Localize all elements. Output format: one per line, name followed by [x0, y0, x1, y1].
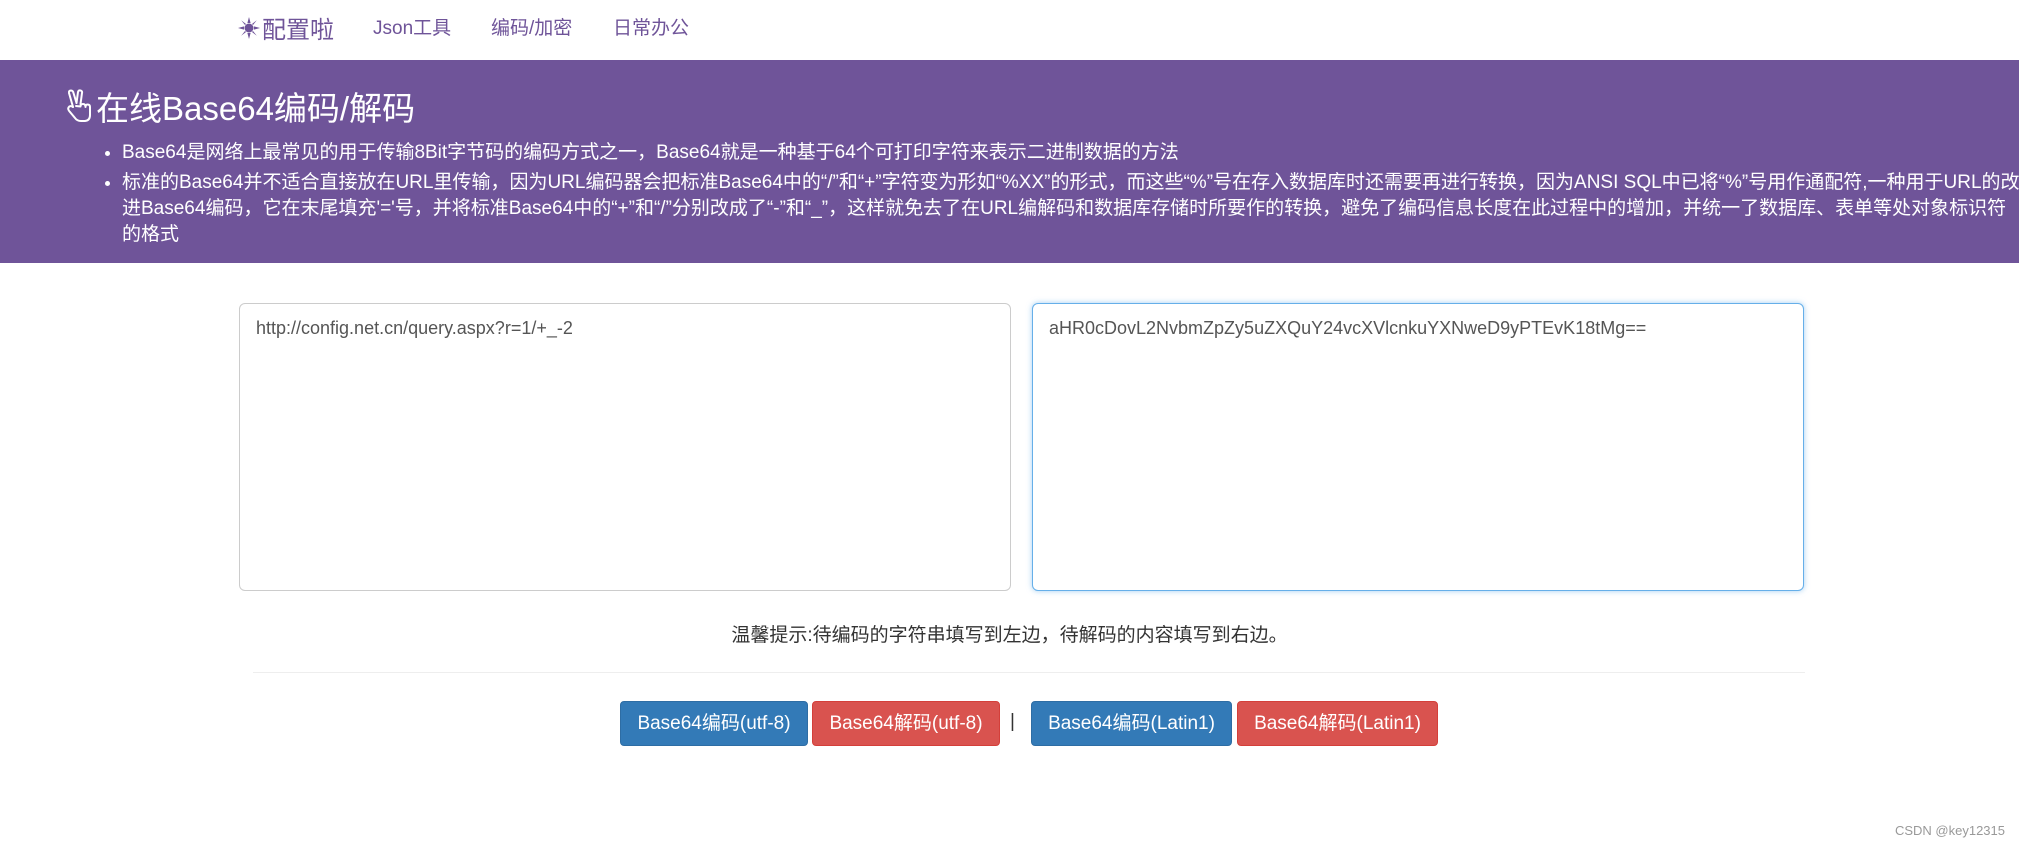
divider — [253, 672, 1805, 673]
nav-link-daily-office[interactable]: 日常办公 — [613, 13, 689, 40]
base64-text-input[interactable] — [1032, 303, 1804, 591]
sunburst-logo-icon — [238, 16, 260, 39]
usage-hint: 温馨提示:待编码的字符串填写到左边，待解码的内容填写到右边。 — [731, 625, 1288, 646]
plain-text-input[interactable] — [239, 303, 1011, 591]
top-navbar: 配置啦 Json工具 编码/加密 日常办公 — [0, 0, 2019, 60]
decode-latin1-button[interactable]: Base64解码(Latin1) — [1237, 701, 1438, 746]
page-title-text: 在线Base64编码/解码 — [96, 90, 416, 127]
brand-link[interactable]: 配置啦 — [238, 10, 334, 45]
encode-latin1-button[interactable]: Base64编码(Latin1) — [1031, 701, 1232, 746]
brand-name: 配置啦 — [262, 17, 334, 44]
nav-link-encode-encrypt[interactable]: 编码/加密 — [491, 13, 572, 40]
page-header: 在线Base64编码/解码 Base64是网络上最常见的用于传输8Bit字节码的… — [0, 60, 2019, 263]
nav-link-json-tools[interactable]: Json工具 — [373, 13, 451, 40]
watermark: CSDN @key12315 — [1894, 823, 2005, 838]
description-item: 标准的Base64并不适合直接放在URL里传输，因为URL编码器会把标准Base… — [122, 170, 2019, 248]
page-title: 在线Base64编码/解码 — [64, 82, 415, 130]
decode-utf8-button[interactable]: Base64解码(utf-8) — [812, 701, 1000, 746]
button-separator: | — [1010, 711, 1015, 732]
encode-utf8-button[interactable]: Base64编码(utf-8) — [620, 701, 808, 746]
victory-hand-icon — [64, 89, 94, 123]
description-list: Base64是网络上最常见的用于传输8Bit字节码的编码方式之一，Base64就… — [98, 140, 2019, 254]
description-item: Base64是网络上最常见的用于传输8Bit字节码的编码方式之一，Base64就… — [122, 140, 2019, 166]
